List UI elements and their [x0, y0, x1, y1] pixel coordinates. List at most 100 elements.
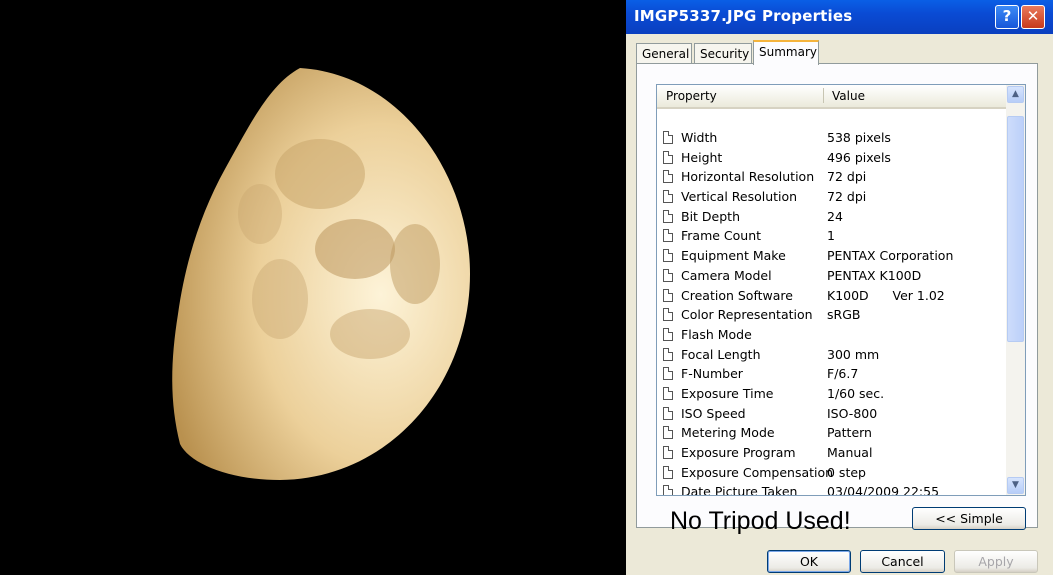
document-icon [663, 209, 673, 223]
table-row[interactable]: Exposure Program Manual [657, 444, 1006, 464]
property-value: K100D Ver 1.02 [827, 287, 945, 303]
property-name: Horizontal Resolution [681, 169, 815, 185]
property-name: Creation Software [681, 287, 793, 303]
table-row[interactable]: Color Representation sRGB [657, 306, 1006, 326]
properties-dialog: IMGP5337.JPG Properties ? ✕ General Secu… [626, 0, 1053, 575]
simple-view-button[interactable]: << Simple [912, 507, 1026, 530]
property-name: Bit Depth [681, 208, 740, 224]
tab-general[interactable]: General [636, 43, 692, 63]
table-row[interactable]: Camera Model PENTAX K100D [657, 267, 1006, 287]
summary-panel: Property Value Width 538 pixels Height 496… [636, 63, 1038, 528]
document-icon [663, 327, 673, 341]
table-row[interactable]: Exposure Compensation 0 step [657, 464, 1006, 484]
table-row[interactable]: Creation Software K100D Ver 1.02 [657, 287, 1006, 307]
document-icon [663, 229, 673, 243]
property-name: Exposure Compensation [681, 464, 834, 480]
property-value: PENTAX Corporation [827, 248, 954, 264]
table-row[interactable]: Date Picture Taken 03/04/2009 22:55 [657, 483, 1006, 496]
scroll-thumb[interactable] [1007, 116, 1024, 342]
tab-security[interactable]: Security [694, 43, 752, 63]
window-title: IMGP5337.JPG Properties [634, 7, 853, 25]
cancel-button[interactable]: Cancel [860, 550, 945, 573]
property-value: ISO-800 [827, 405, 878, 421]
property-value: 72 dpi [827, 169, 867, 185]
table-row[interactable]: Metering Mode Pattern [657, 424, 1006, 444]
table-row[interactable]: Equipment Make PENTAX Corporation [657, 247, 1006, 267]
moon-image [172, 68, 470, 480]
close-button[interactable]: ✕ [1021, 5, 1045, 29]
property-list[interactable]: Property Value Width 538 pixels Height 496… [656, 84, 1026, 496]
property-name: Metering Mode [681, 425, 775, 441]
property-value: sRGB [827, 307, 861, 323]
document-icon [663, 150, 673, 164]
property-name: Date Picture Taken [681, 484, 798, 496]
list-rows: Width 538 pixels Height 496 pixels Horizon… [657, 129, 1006, 496]
document-icon [663, 170, 673, 184]
property-value: 24 [827, 208, 843, 224]
property-name: Camera Model [681, 267, 772, 283]
property-name: Width [681, 130, 718, 145]
document-icon [663, 465, 673, 479]
table-row[interactable]: Frame Count 1 [657, 227, 1006, 247]
scroll-down-icon[interactable]: ▼ [1007, 477, 1024, 494]
scroll-up-icon[interactable]: ▲ [1007, 86, 1024, 103]
property-name: Vertical Resolution [681, 189, 798, 205]
apply-button[interactable]: Apply [954, 550, 1038, 573]
column-separator[interactable] [823, 88, 824, 103]
property-name: ISO Speed [681, 405, 746, 421]
moon-photo [0, 0, 626, 575]
property-value: F/6.7 [827, 366, 859, 382]
table-row[interactable]: Focal Length 300 mm [657, 346, 1006, 366]
property-value: 538 pixels [827, 130, 891, 145]
property-value: 496 pixels [827, 149, 891, 165]
list-header: Property Value [657, 85, 1006, 109]
property-value: 0 step [827, 464, 866, 480]
table-row[interactable]: F-Number F/6.7 [657, 365, 1006, 385]
property-value: PENTAX K100D [827, 267, 922, 283]
document-icon [663, 426, 673, 440]
table-row[interactable]: Width 538 pixels [657, 129, 1006, 149]
property-value: Manual [827, 445, 873, 460]
property-name: Exposure Program [681, 445, 796, 460]
document-icon [663, 131, 673, 144]
property-name: Exposure Time [681, 385, 774, 401]
document-icon [663, 367, 673, 381]
property-name: F-Number [681, 366, 743, 382]
document-icon [663, 386, 673, 400]
document-icon [663, 288, 673, 302]
overlay-caption: No Tripod Used! [670, 507, 851, 535]
property-name: Frame Count [681, 228, 762, 244]
table-row[interactable]: Bit Depth 24 [657, 208, 1006, 228]
table-row[interactable]: Flash Mode [657, 326, 1006, 346]
property-value: 300 mm [827, 346, 880, 362]
property-name: Height [681, 149, 723, 165]
title-bar[interactable]: IMGP5337.JPG Properties ? ✕ [626, 0, 1053, 34]
document-icon [663, 485, 673, 495]
document-icon [663, 446, 673, 459]
property-name: Flash Mode [681, 326, 752, 342]
column-header-value[interactable]: Value [832, 89, 865, 103]
property-value: 1 [827, 228, 835, 244]
help-button[interactable]: ? [995, 5, 1019, 29]
tab-summary[interactable]: Summary [753, 40, 819, 65]
property-name: Focal Length [681, 346, 761, 362]
column-header-property[interactable]: Property [666, 89, 717, 103]
table-row[interactable]: Exposure Time 1/60 sec. [657, 385, 1006, 405]
document-icon [663, 190, 673, 204]
table-row[interactable]: ISO Speed ISO-800 [657, 405, 1006, 425]
table-row[interactable]: Vertical Resolution 72 dpi [657, 188, 1006, 208]
property-value: 72 dpi [827, 189, 867, 205]
vertical-scrollbar[interactable]: ▲ ▼ [1006, 85, 1025, 495]
document-icon [663, 308, 673, 322]
document-icon [663, 268, 673, 282]
document-icon [663, 406, 673, 420]
property-value: 03/04/2009 22:55 [827, 484, 940, 496]
table-row[interactable]: Horizontal Resolution 72 dpi [657, 168, 1006, 188]
ok-button[interactable]: OK [767, 550, 851, 573]
document-icon [663, 347, 673, 361]
property-name: Equipment Make [681, 248, 786, 264]
table-row[interactable]: Height 496 pixels [657, 149, 1006, 169]
property-name: Color Representation [681, 307, 813, 323]
property-value: Pattern [827, 425, 872, 441]
property-value: 1/60 sec. [827, 385, 885, 401]
